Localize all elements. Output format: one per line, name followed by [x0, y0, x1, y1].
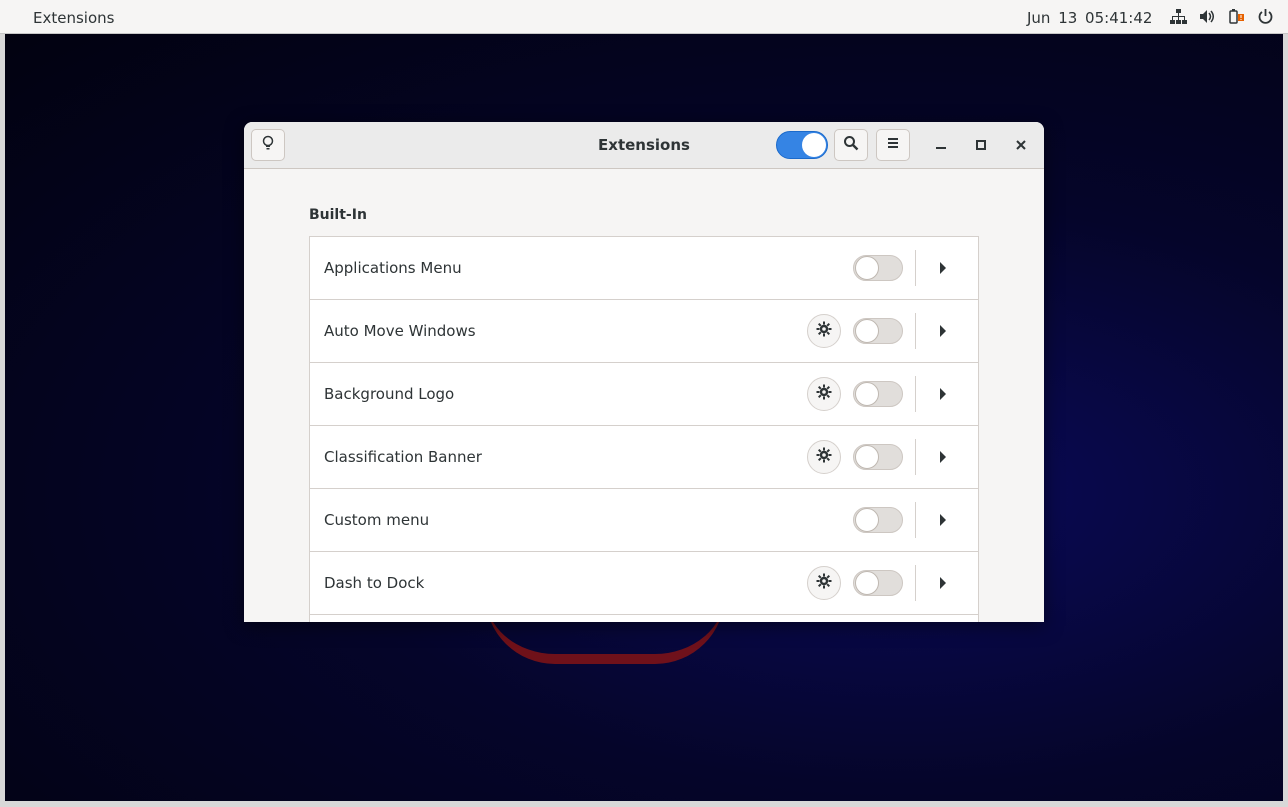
expand-arrow-icon[interactable] — [940, 577, 946, 589]
close-icon — [1015, 136, 1027, 155]
extension-toggle[interactable] — [853, 570, 903, 596]
extensions-list: Applications Menu Auto Move Windows Backgr… — [309, 236, 979, 622]
extension-row[interactable]: Dash to Dock — [310, 552, 978, 615]
network-icon[interactable] — [1170, 8, 1187, 25]
battery-icon[interactable] — [1228, 8, 1245, 25]
switch-knob — [802, 133, 826, 157]
extension-toggle[interactable] — [853, 507, 903, 533]
app-menu-label[interactable]: Extensions — [33, 9, 114, 27]
switch-knob — [855, 382, 879, 406]
volume-icon[interactable] — [1199, 8, 1216, 25]
maximize-icon — [975, 136, 987, 155]
extensions-window: Extensions Built-In Applications Menu Au… — [244, 122, 1044, 622]
extension-row[interactable]: Auto Move Windows — [310, 300, 978, 363]
power-icon[interactable] — [1257, 8, 1274, 25]
extension-toggle[interactable] — [853, 444, 903, 470]
section-title: Built-In — [309, 207, 367, 223]
extensions-master-switch[interactable] — [776, 131, 828, 159]
search-icon — [843, 135, 859, 155]
search-button[interactable] — [834, 129, 868, 161]
extension-toggle[interactable] — [853, 381, 903, 407]
system-tray[interactable] — [1170, 8, 1274, 25]
extension-row[interactable]: Classification Banner — [310, 426, 978, 489]
extension-settings-button[interactable] — [807, 440, 841, 474]
expand-arrow-icon[interactable] — [940, 262, 946, 274]
extension-name: Custom menu — [324, 511, 430, 529]
expand-arrow-icon[interactable] — [940, 388, 946, 400]
extension-row[interactable]: Applications Menu — [310, 237, 978, 300]
divider — [915, 502, 916, 538]
window-title: Extensions — [598, 136, 690, 154]
minimize-icon — [935, 136, 947, 155]
hamburger-menu-icon — [885, 135, 901, 155]
extension-name: Auto Move Windows — [324, 322, 476, 340]
gear-icon — [816, 384, 832, 404]
gear-icon — [816, 447, 832, 467]
extension-toggle[interactable] — [853, 255, 903, 281]
gear-icon — [816, 321, 832, 341]
switch-knob — [855, 445, 879, 469]
clock[interactable]: Jun 13 05:41:42 — [1027, 9, 1152, 27]
screen-border — [1283, 34, 1288, 801]
extension-name: Background Logo — [324, 385, 455, 403]
extension-row[interactable]: Background Logo — [310, 363, 978, 426]
expand-arrow-icon[interactable] — [940, 325, 946, 337]
divider — [915, 565, 916, 601]
divider — [915, 250, 916, 286]
screen-border — [0, 801, 1288, 807]
gear-icon — [816, 573, 832, 593]
switch-knob — [855, 571, 879, 595]
divider — [915, 439, 916, 475]
extension-settings-button[interactable] — [807, 314, 841, 348]
extension-name: Dash to Dock — [324, 574, 425, 592]
expand-arrow-icon[interactable] — [940, 451, 946, 463]
top-panel: Extensions Jun 13 05:41:42 — [0, 0, 1288, 34]
switch-knob — [855, 508, 879, 532]
switch-knob — [855, 319, 879, 343]
divider — [915, 313, 916, 349]
minimize-button[interactable] — [931, 135, 951, 155]
expand-arrow-icon[interactable] — [940, 514, 946, 526]
extension-row-partial — [310, 615, 978, 622]
divider — [915, 376, 916, 412]
switch-knob — [855, 256, 879, 280]
close-button[interactable] — [1011, 135, 1031, 155]
header-bar: Extensions — [244, 122, 1044, 169]
maximize-button[interactable] — [971, 135, 991, 155]
extensions-content[interactable]: Built-In Applications Menu Auto Move Wind… — [244, 169, 1044, 622]
main-menu-button[interactable] — [876, 129, 910, 161]
extension-row[interactable]: Custom menu — [310, 489, 978, 552]
extension-name: Applications Menu — [324, 259, 462, 277]
extension-toggle[interactable] — [853, 318, 903, 344]
extension-name: Classification Banner — [324, 448, 482, 466]
extension-settings-button[interactable] — [807, 566, 841, 600]
extension-settings-button[interactable] — [807, 377, 841, 411]
